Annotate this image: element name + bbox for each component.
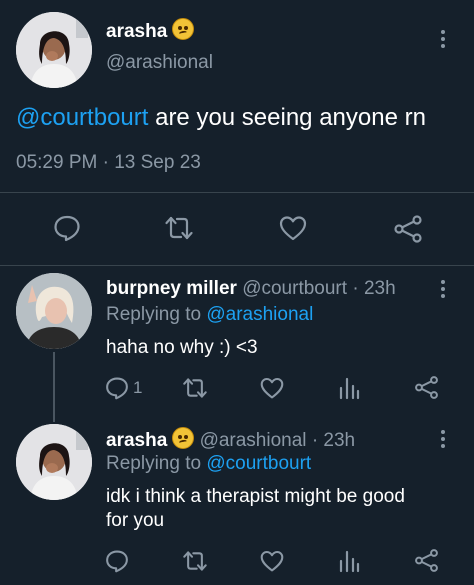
reply2-sep: · (311, 430, 319, 451)
pleading-face-emoji-icon (172, 18, 195, 40)
avatar-burpney-miller[interactable] (16, 273, 92, 349)
share-icon[interactable] (393, 214, 423, 244)
main-sep: · (102, 152, 109, 173)
retweet-icon[interactable] (164, 214, 194, 242)
avatar-arasha-main[interactable] (16, 12, 92, 88)
reply1-replying-link[interactable]: @arashional (206, 304, 313, 325)
reply1-reply-count: 1 (133, 378, 143, 397)
divider (0, 265, 474, 266)
bar-chart-icon[interactable] (338, 376, 360, 400)
thread-line (53, 352, 55, 422)
reply2-header: arasha @arashional · 23h (106, 427, 355, 452)
reply1-display-name[interactable]: burpney miller (106, 278, 237, 299)
reply1-sep: · (352, 278, 359, 299)
reply2-text-line1: idk i think a therapist might be good (106, 486, 405, 507)
more-vertical-icon[interactable] (440, 280, 446, 301)
share-icon[interactable] (414, 375, 439, 400)
bar-chart-icon[interactable] (338, 549, 360, 573)
reply2-replying-prefix: Replying to (106, 453, 207, 474)
reply1-text: haha no why :) <3 (106, 337, 258, 358)
retweet-icon[interactable] (182, 376, 208, 400)
speech-bubble-icon[interactable] (53, 214, 81, 242)
main-date: 13 Sep 23 (114, 152, 201, 173)
reply1-replying-prefix: Replying to (106, 304, 207, 325)
reply2-handle[interactable]: @arashional (200, 430, 307, 451)
avatar-arasha-reply[interactable] (16, 424, 92, 500)
divider (0, 192, 474, 193)
main-tweet-text: @courtbourt are you seeing anyone rn (16, 104, 426, 132)
main-tweet-body: are you seeing anyone rn (148, 104, 426, 131)
speech-bubble-icon[interactable] (105, 376, 129, 400)
retweet-icon[interactable] (182, 549, 208, 573)
main-timestamp[interactable]: 05:29 PM · 13 Sep 23 (16, 152, 201, 174)
main-name-row: arasha (106, 18, 195, 43)
main-mention-link[interactable]: @courtbourt (16, 104, 148, 131)
main-display-name[interactable]: arasha (106, 21, 167, 42)
reply1-age[interactable]: 23h (364, 278, 396, 299)
heart-icon[interactable] (260, 549, 284, 573)
more-vertical-icon[interactable] (440, 30, 446, 51)
reply1-handle[interactable]: @courtbourt (242, 278, 347, 299)
main-handle[interactable]: @arashional (106, 52, 213, 74)
pleading-face-emoji-icon (172, 427, 195, 449)
heart-icon[interactable] (279, 214, 307, 242)
reply1-header: burpney miller @courtbourt · 23h (106, 278, 396, 300)
speech-bubble-icon[interactable] (105, 549, 129, 573)
share-icon[interactable] (414, 548, 439, 573)
reply2-display-name[interactable]: arasha (106, 430, 167, 451)
reply2-age[interactable]: 23h (323, 430, 355, 451)
more-vertical-icon[interactable] (440, 430, 446, 451)
heart-icon[interactable] (260, 376, 284, 400)
reply2-replying-to: Replying to @courtbourt (106, 453, 311, 475)
reply1-replying-to: Replying to @arashional (106, 304, 313, 326)
reply2-text-line2: for you (106, 510, 165, 531)
main-time: 05:29 PM (16, 152, 98, 173)
reply2-replying-link[interactable]: @courtbourt (206, 453, 311, 474)
